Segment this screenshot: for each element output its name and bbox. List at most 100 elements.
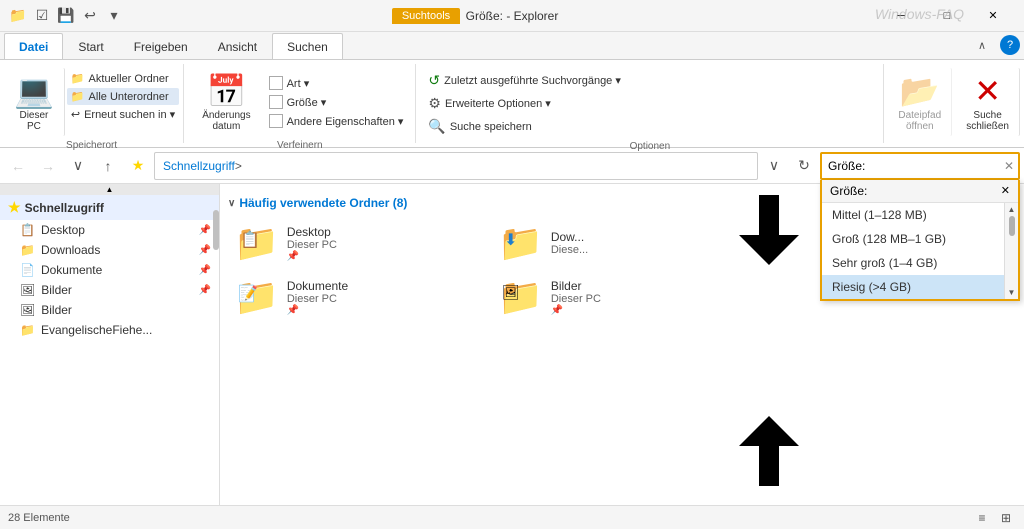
up-button[interactable]: ↑ <box>94 152 122 180</box>
dropdown-items-wrapper: Mittel (1–128 MB) Groß (128 MB–1 GB) Seh… <box>822 203 1018 299</box>
ribbon: 💻 DieserPC 📁 Aktueller Ordner 📁 Alle Unt… <box>0 60 1024 148</box>
sidebar-item-bilder2[interactable]: 🖼 Bilder <box>0 300 219 320</box>
undo-icon[interactable]: ↩ <box>80 6 100 26</box>
dropdown-items: Mittel (1–128 MB) Groß (128 MB–1 GB) Seh… <box>822 203 1018 299</box>
search-dropdown: Größe: ✕ Mittel (1–128 MB) Groß (128 MB–… <box>820 180 1020 301</box>
zuletzt-ausgefuehrt-button[interactable]: ↺ Zuletzt ausgeführte Suchvorgänge ▾ <box>424 70 875 91</box>
dropdown-item-riesig[interactable]: Riesig (>4 GB) <box>822 275 1004 299</box>
desktop-folder-icon-large: 📁 📋 <box>234 222 279 264</box>
verfeinern-small-buttons: Art ▾ Größe ▾ Andere Eigenschaften ▾ <box>265 68 408 130</box>
downloads-folder-icon-large: 📁 ⬇ <box>498 222 543 264</box>
sidebar-item-bilder1[interactable]: 🖼 Bilder 📌 <box>0 280 219 300</box>
dropdown-nav-button[interactable]: ∨ <box>64 152 92 180</box>
dokumente-folder-info: Dokumente Dieser PC 📌 <box>287 279 348 316</box>
folder-icon: 📁 <box>8 6 28 26</box>
dropdown-item-mittel[interactable]: Mittel (1–128 MB) <box>822 203 1004 227</box>
erweiterte-optionen-button[interactable]: ⚙ Erweiterte Optionen ▾ <box>424 93 875 114</box>
groesse-label: Größe ▾ <box>287 96 327 109</box>
ribbon-collapse-btn[interactable]: ∧ <box>968 31 996 59</box>
sidebar-item-evangelisch[interactable]: 📁 EvangelischeFiehe... <box>0 320 219 340</box>
tab-suchen[interactable]: Suchen <box>272 33 343 59</box>
section-header-label: Häufig verwendete Ordner (8) <box>239 196 407 210</box>
dokumente-folder-sub: Dieser PC <box>287 293 348 305</box>
dropdown-item-grob[interactable]: Groß (128 MB–1 GB) <box>822 227 1004 251</box>
bilder-icon2: 🖼 <box>20 303 35 317</box>
close-button[interactable]: ✕ <box>970 0 1016 32</box>
bilder-icon1: 🖼 <box>20 283 35 297</box>
floppy-icon[interactable]: 💾 <box>56 6 76 26</box>
folder-item-dokumente[interactable]: 📁 📝 Dokumente Dieser PC 📌 <box>228 272 488 322</box>
dropdown-icon[interactable]: ▾ <box>104 6 124 26</box>
ribbon-tab-controls: ∧ ? <box>968 31 1024 59</box>
sidebar-item-desktop[interactable]: 📋 Desktop 📌 <box>0 220 219 240</box>
bilder-folder-name: Bilder <box>551 279 601 293</box>
tab-ansicht[interactable]: Ansicht <box>203 33 272 59</box>
checkbox-icon <box>269 76 283 90</box>
desktop-overlay-icon: 📋 <box>240 230 260 250</box>
detail-view-button[interactable]: ⊞ <box>996 508 1016 528</box>
schnellzugriff-link[interactable]: Schnellzugriff <box>163 159 235 173</box>
list-view-button[interactable]: ≡ <box>972 508 992 528</box>
tab-datei[interactable]: Datei <box>4 33 63 59</box>
groesse-button[interactable]: Größe ▾ <box>265 93 408 111</box>
refresh-button[interactable]: ↻ <box>790 152 818 180</box>
search-box[interactable]: ✕ <box>820 152 1020 180</box>
dieser-pc-button[interactable]: 💻 DieserPC <box>4 68 65 136</box>
sidebar-item-dokumente[interactable]: 📄 Dokumente 📌 <box>0 260 219 280</box>
sidebar-item-downloads[interactable]: 📁 Downloads 📌 <box>0 240 219 260</box>
aktueller-ordner-button[interactable]: 📁 Aktueller Ordner <box>67 70 179 87</box>
dokumente-pin: 📌 <box>287 305 348 316</box>
dropdown-scrollbar[interactable]: ▲ ▼ <box>1004 203 1018 299</box>
dropdown-close-btn[interactable]: ✕ <box>1001 184 1010 197</box>
forward-button[interactable]: → <box>34 152 62 180</box>
back-button[interactable]: ← <box>4 152 32 180</box>
art-button[interactable]: Art ▾ <box>265 74 408 92</box>
erneut-suchen-button[interactable]: ↩ Erneut suchen in ▾ <box>67 106 179 123</box>
optionen-label: Optionen <box>424 137 875 152</box>
pin-icon: 📌 <box>199 265 211 276</box>
erneut-suchen-label: Erneut suchen in ▾ <box>84 108 175 121</box>
search-input[interactable] <box>822 159 1000 173</box>
dateipfad-oeffnen-label: Dateipfadöffnen <box>898 110 941 132</box>
folder-item-bilder[interactable]: 📁 🖼 Bilder Dieser PC 📌 <box>492 272 752 322</box>
address-path[interactable]: Schnellzugriff > <box>154 152 758 180</box>
folder-item-desktop[interactable]: 📁 📋 Desktop Dieser PC 📌 <box>228 218 488 268</box>
aenderungsdatum-button[interactable]: 📅 Änderungsdatum <box>192 68 260 136</box>
dropdown-path-button[interactable]: ∨ <box>760 152 788 180</box>
title-bar: 📁 ☑ 💾 ↩ ▾ Suchtools Windows-FAQ Größe: -… <box>0 0 1024 32</box>
sidebar-scroll-up[interactable]: ▲ <box>0 184 219 195</box>
dokumente-label: Dokumente <box>41 263 102 277</box>
folder-item-downloads[interactable]: 📁 ⬇ Dow... Diese... <box>492 218 752 268</box>
downloads-folder-info: Dow... Diese... <box>551 230 588 256</box>
download-arrow-icon: ⬇ <box>504 230 517 250</box>
bilder-pin: 📌 <box>551 305 601 316</box>
dropdown-item-sehr-grob[interactable]: Sehr groß (1–4 GB) <box>822 251 1004 275</box>
sidebar-scrollbar[interactable] <box>213 200 219 505</box>
downloads-folder-name: Dow... <box>551 230 588 244</box>
star-button[interactable]: ★ <box>124 152 152 180</box>
bilder-label2: Bilder <box>41 303 72 317</box>
verfeinern-label: Verfeinern <box>192 136 407 151</box>
sidebar-schnellzugriff-header[interactable]: ★ Schnellzugriff <box>0 195 219 220</box>
downloads-label: Downloads <box>41 243 100 257</box>
dateipfad-oeffnen-button[interactable]: 📂 Dateipfadöffnen <box>888 68 952 136</box>
suche-speichern-button[interactable]: 🔍 Suche speichern <box>424 116 875 137</box>
alle-unterordner-button[interactable]: 📁 Alle Unterordner <box>67 88 179 105</box>
check-icon[interactable]: ☑ <box>32 6 52 26</box>
help-button[interactable]: ? <box>1000 35 1020 55</box>
suchtools-tab[interactable]: Suchtools <box>392 8 460 24</box>
aenderungsdatum-label: Änderungsdatum <box>202 110 250 132</box>
scroll-up-btn[interactable]: ▲ <box>1008 205 1016 214</box>
desktop-label: Desktop <box>41 223 85 237</box>
suche-schliessen-button[interactable]: ✕ Sucheschließen <box>956 68 1020 136</box>
tab-start[interactable]: Start <box>63 33 118 59</box>
suche-speichern-label: Suche speichern <box>450 121 532 133</box>
tab-freigeben[interactable]: Freigeben <box>119 33 203 59</box>
andere-eigenschaften-label: Andere Eigenschaften ▾ <box>287 115 404 128</box>
andere-eigenschaften-button[interactable]: Andere Eigenschaften ▾ <box>265 112 408 130</box>
dropdown-header: Größe: ✕ <box>822 180 1018 203</box>
erweiterte-optionen-label: Erweiterte Optionen ▾ <box>445 97 551 110</box>
checkbox-icon2 <box>269 95 283 109</box>
scroll-down-btn[interactable]: ▼ <box>1008 288 1016 297</box>
collapse-icon[interactable]: ∨ <box>228 198 235 209</box>
